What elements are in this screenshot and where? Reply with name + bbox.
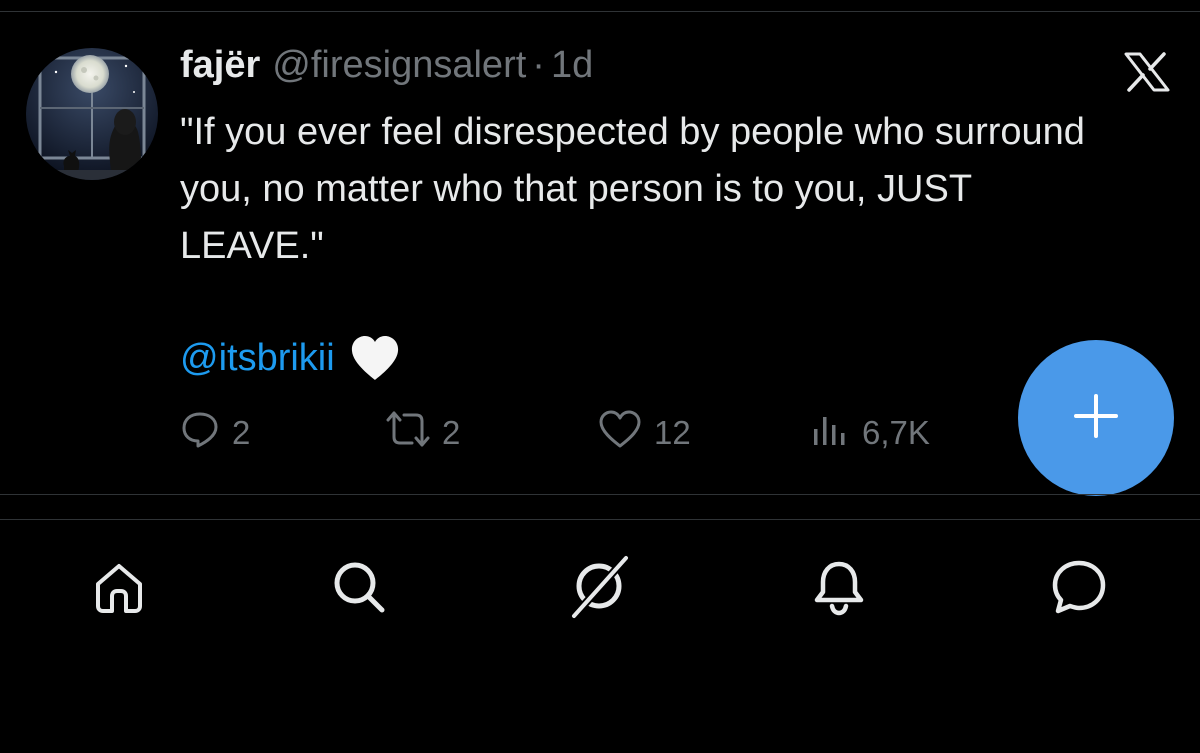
nav-messages[interactable] <box>1046 556 1112 622</box>
tweet-actions: 2 2 12 6,7K <box>180 408 1020 458</box>
search-icon <box>328 556 390 623</box>
nav-search[interactable] <box>326 556 392 622</box>
heart-icon <box>598 409 654 457</box>
nav-divider <box>0 519 1200 520</box>
white-heart-icon <box>349 334 401 382</box>
nav-notifications[interactable] <box>806 556 872 622</box>
bottom-nav <box>0 554 1200 625</box>
tweet-timestamp[interactable]: 1d <box>551 44 593 87</box>
analytics-icon <box>810 409 862 457</box>
repost-button[interactable]: 2 <box>386 408 460 458</box>
mention-line: @itsbrikii <box>180 330 401 386</box>
plus-icon <box>1074 393 1118 443</box>
avatar[interactable] <box>26 48 158 180</box>
compose-button[interactable] <box>1018 340 1174 496</box>
views-button[interactable]: 6,7K <box>810 408 930 458</box>
notifications-icon <box>808 556 870 623</box>
timeline-divider <box>0 494 1200 495</box>
nav-grok[interactable] <box>566 554 632 625</box>
tweet-text: "If you ever feel disrespected by people… <box>180 111 1096 267</box>
like-button[interactable]: 12 <box>598 408 691 458</box>
reply-icon <box>180 409 232 457</box>
views-count: 6,7K <box>862 414 930 451</box>
reply-button[interactable]: 2 <box>180 408 250 458</box>
x-logo-icon[interactable] <box>1124 52 1170 92</box>
user-handle[interactable]: @firesignsalert <box>272 44 526 87</box>
top-divider <box>0 11 1200 12</box>
repost-icon <box>386 409 442 457</box>
home-icon <box>88 556 150 623</box>
display-name[interactable]: fajër <box>180 44 260 87</box>
mention-link[interactable]: @itsbrikii <box>180 337 335 380</box>
messages-icon <box>1048 556 1110 623</box>
like-count: 12 <box>654 414 691 451</box>
tweet-header: fajër @firesignsalert · 1d <box>180 44 593 90</box>
repost-count: 2 <box>442 414 461 451</box>
grok-icon <box>566 554 632 625</box>
nav-home[interactable] <box>86 556 152 622</box>
reply-count: 2 <box>232 414 251 451</box>
separator-dot: · <box>532 44 545 86</box>
